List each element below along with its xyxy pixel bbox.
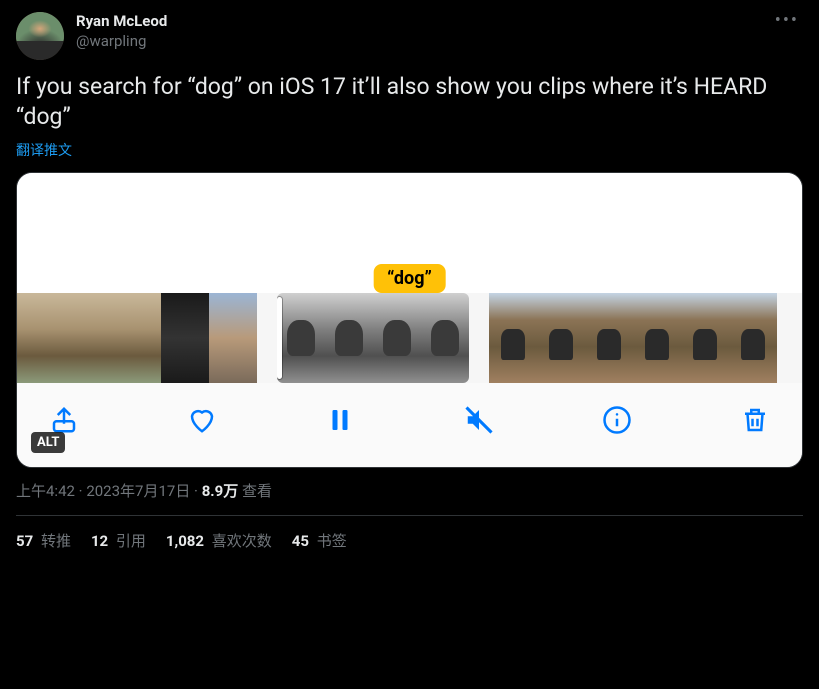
media-card[interactable]: “dog” [16, 172, 803, 468]
translate-link[interactable]: 翻译推文 [16, 140, 72, 160]
video-thumb [373, 293, 421, 383]
clip-group-active[interactable] [277, 293, 469, 383]
divider [16, 515, 803, 516]
video-thumb [537, 293, 585, 383]
user-info[interactable]: Ryan McLeod @warpling [76, 12, 759, 51]
search-term-badge: “dog” [373, 264, 446, 293]
video-thumb [209, 293, 257, 383]
tweet-header: Ryan McLeod @warpling ••• [16, 12, 803, 60]
media-top-area: “dog” [17, 173, 802, 293]
tweet-stats: 57 转推 12 引用 1,082 喜欢次数 45 书签 [16, 530, 803, 551]
video-thumb [277, 293, 325, 383]
tweet-date: 2023年7月17日 [86, 482, 190, 500]
pause-icon[interactable] [325, 405, 355, 439]
avatar[interactable] [16, 12, 64, 60]
info-icon[interactable] [602, 405, 632, 439]
heart-icon[interactable] [187, 405, 217, 439]
tweet-container: Ryan McLeod @warpling ••• If you search … [0, 0, 819, 563]
tweet-time: 上午4:42 [16, 482, 75, 500]
tweet-meta[interactable]: 上午4:42 · 2023年7月17日 · 8.9万 查看 [16, 480, 803, 501]
video-thumb [681, 293, 729, 383]
user-handle: @warpling [76, 32, 759, 52]
quotes-stat[interactable]: 12 引用 [91, 530, 146, 551]
clip-group-3[interactable] [489, 293, 777, 383]
playhead-icon[interactable] [277, 297, 282, 379]
trash-icon[interactable] [740, 405, 770, 439]
video-thumb [161, 293, 209, 383]
alt-badge[interactable]: ALT [31, 432, 65, 453]
more-icon[interactable]: ••• [771, 12, 803, 29]
video-thumb [65, 293, 113, 383]
video-thumb [113, 293, 161, 383]
video-thumb [585, 293, 633, 383]
clip-group-1[interactable] [17, 293, 257, 383]
separator: · [190, 482, 201, 500]
video-thumb [729, 293, 777, 383]
video-thumb [633, 293, 681, 383]
retweets-stat[interactable]: 57 转推 [16, 530, 71, 551]
likes-stat[interactable]: 1,082 喜欢次数 [166, 530, 272, 551]
mute-icon[interactable] [464, 405, 494, 439]
video-thumb [421, 293, 469, 383]
tweet-text: If you search for “dog” on iOS 17 it’ll … [16, 72, 803, 132]
video-thumb [489, 293, 537, 383]
video-thumb [325, 293, 373, 383]
bookmarks-stat[interactable]: 45 书签 [292, 530, 347, 551]
media-toolbar [17, 383, 802, 467]
views-count: 8.9万 [202, 482, 239, 500]
video-thumb [17, 293, 65, 383]
separator: · [75, 482, 86, 500]
views-label: 查看 [238, 482, 272, 500]
display-name: Ryan McLeod [76, 12, 759, 32]
video-filmstrip[interactable] [17, 293, 802, 383]
